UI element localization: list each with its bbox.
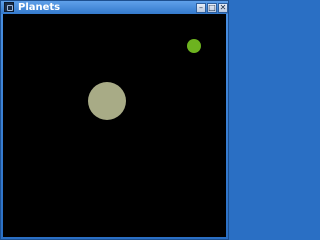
maximize-button[interactable]: □	[207, 3, 217, 13]
small-planet	[187, 39, 201, 53]
title-bar[interactable]: Planets – □ ✕	[1, 1, 228, 14]
close-button[interactable]: ✕	[218, 3, 228, 13]
window-title: Planets	[18, 2, 61, 13]
minimize-button[interactable]: –	[196, 3, 206, 13]
app-window: Planets – □ ✕	[0, 0, 229, 240]
planet-canvas[interactable]	[3, 14, 226, 237]
app-icon[interactable]	[4, 2, 14, 12]
large-planet	[88, 82, 126, 120]
